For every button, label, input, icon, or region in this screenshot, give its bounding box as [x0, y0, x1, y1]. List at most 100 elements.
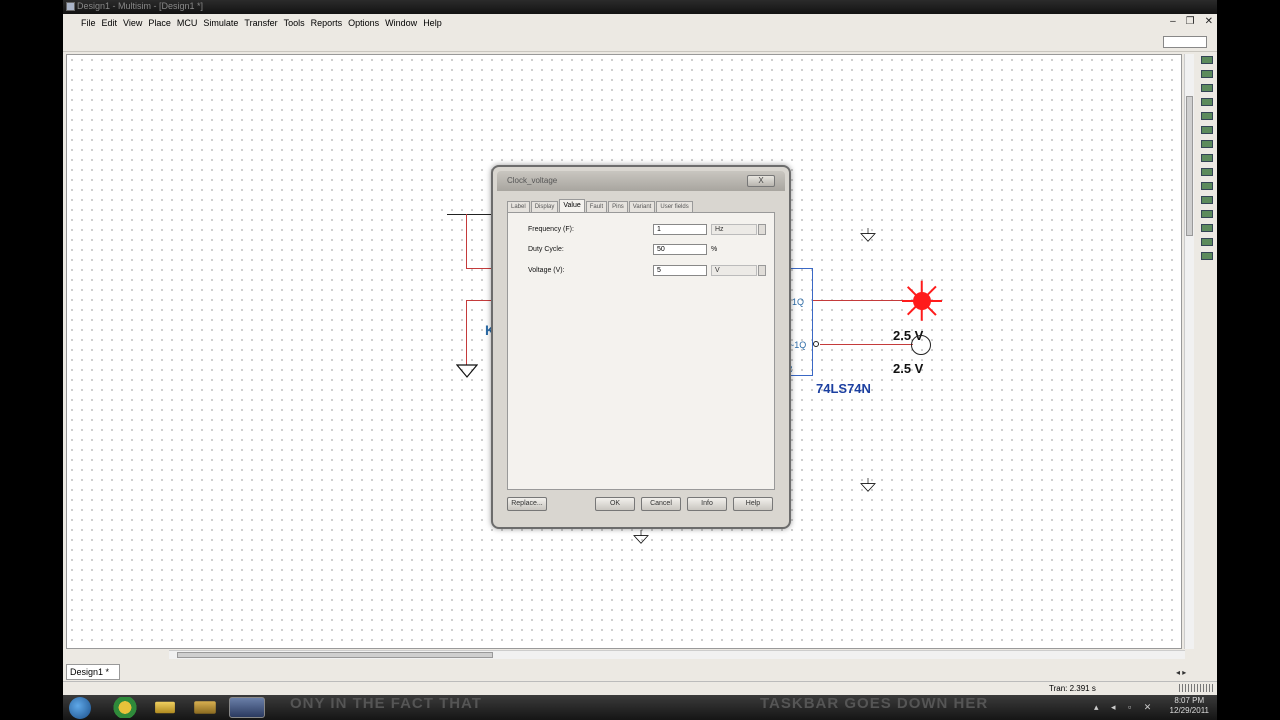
- wire[interactable]: [466, 214, 467, 269]
- clock-date: 12/29/2011: [1169, 706, 1209, 715]
- toolbar-view-buttons[interactable]: [1163, 36, 1207, 48]
- multisim-taskbar-icon[interactable]: [229, 697, 265, 718]
- frequency-input[interactable]: 1: [653, 224, 707, 235]
- menu-help[interactable]: Help: [423, 18, 448, 28]
- dialog-close-button[interactable]: X: [747, 175, 775, 187]
- wire[interactable]: [466, 300, 493, 301]
- start-button[interactable]: [69, 697, 91, 719]
- menu-tools[interactable]: Tools: [284, 18, 311, 28]
- menu-place[interactable]: Place: [148, 18, 177, 28]
- multimeter-icon[interactable]: [1201, 56, 1213, 64]
- probe-led-lit[interactable]: [913, 292, 931, 310]
- spectrum-analyzer-icon[interactable]: [1201, 224, 1213, 232]
- vertical-scrollbar[interactable]: [1184, 54, 1194, 649]
- bode-plotter-icon[interactable]: [1201, 126, 1213, 134]
- tab-display[interactable]: Display: [530, 201, 559, 212]
- wire[interactable]: [813, 300, 915, 301]
- frequency-label: Frequency (F):: [528, 226, 574, 233]
- clock-time: 8:07 PM: [1174, 696, 1205, 705]
- vertical-scroll-thumb[interactable]: [1186, 96, 1193, 236]
- ground-symbol[interactable]: [456, 364, 478, 378]
- oscilloscope-icon[interactable]: [1201, 98, 1213, 106]
- menu-mcu[interactable]: MCU: [177, 18, 204, 28]
- sticky-notes-icon[interactable]: [155, 701, 175, 714]
- pin-1q-bar-label: ~1Q: [789, 340, 807, 350]
- menu-file[interactable]: File: [67, 18, 102, 28]
- menu-reports[interactable]: Reports: [311, 18, 349, 28]
- ground-symbol[interactable]: [630, 530, 652, 544]
- instruments-toolbar: [1198, 54, 1216, 414]
- app-icon: [66, 2, 75, 11]
- frequency-counter-icon[interactable]: [1201, 140, 1213, 148]
- frequency-unit-select[interactable]: Hz: [711, 224, 757, 235]
- window-title: Design1 - Multisim - [Design1 *]: [77, 1, 204, 11]
- probe-led-off[interactable]: [911, 335, 931, 355]
- simulation-time: Tran: 2.391 s: [1049, 684, 1096, 693]
- menu-view[interactable]: View: [123, 18, 148, 28]
- info-button[interactable]: Info: [687, 497, 727, 511]
- wattmeter-icon[interactable]: [1201, 84, 1213, 92]
- voltage-label: Voltage (V):: [528, 267, 565, 274]
- system-clock[interactable]: 8:07 PM 12/29/2011: [1170, 696, 1209, 716]
- tray-icons[interactable]: ▴ ◂ ▫ ✕: [1094, 702, 1156, 713]
- video-caption-left: ONY IN THE FACT THAT: [290, 695, 482, 712]
- distortion-analyzer-icon[interactable]: [1201, 210, 1213, 218]
- part-label[interactable]: 74LS74N: [816, 381, 871, 396]
- horizontal-scrollbar[interactable]: [169, 650, 1185, 659]
- probe-icon[interactable]: [1201, 252, 1213, 260]
- pin-1q-label: 1Q: [792, 297, 805, 307]
- cancel-button[interactable]: Cancel: [641, 497, 681, 511]
- video-caption-right: TASKBAR GOES DOWN HER: [760, 695, 989, 712]
- inversion-bubble: [813, 341, 819, 347]
- wire[interactable]: [466, 300, 467, 365]
- voltage-input[interactable]: 5: [653, 265, 707, 276]
- iv-analyzer-icon[interactable]: [1201, 196, 1213, 204]
- status-bar: Tran: 2.391 s: [63, 681, 1217, 695]
- help-button[interactable]: Help: [733, 497, 773, 511]
- menu-transfer[interactable]: Transfer: [244, 18, 283, 28]
- tab-pins[interactable]: Pins: [608, 201, 628, 212]
- network-analyzer-icon[interactable]: [1201, 238, 1213, 246]
- menu-window[interactable]: Window: [385, 18, 423, 28]
- tab-scroll-arrows[interactable]: ◂ ▸: [1176, 668, 1186, 677]
- tab-fault[interactable]: Fault: [585, 201, 608, 212]
- design-tab[interactable]: Design1 *: [66, 664, 120, 680]
- menu-options[interactable]: Options: [348, 18, 385, 28]
- tab-label[interactable]: Label: [507, 201, 530, 212]
- menu-simulate[interactable]: Simulate: [203, 18, 244, 28]
- ground-symbol[interactable]: [857, 228, 879, 242]
- wire[interactable]: [447, 214, 493, 215]
- probe-voltage-bottom: 2.5 V: [893, 361, 924, 376]
- menu-bar: File Edit View Place MCU Simulate Transf…: [63, 14, 1217, 32]
- windows-taskbar: ▴ ◂ ▫ ✕ 8:07 PM 12/29/2011: [63, 695, 1217, 720]
- replace-button[interactable]: Replace...: [507, 497, 547, 511]
- tab-variant[interactable]: Variant: [628, 201, 656, 212]
- wire[interactable]: [466, 268, 493, 269]
- value-tab-panel: Frequency (F): 1 Hz Duty Cycle: 50 % Vol…: [507, 212, 775, 490]
- dialog-title-bar[interactable]: Clock_voltage X: [497, 171, 785, 191]
- frequency-unit-spinner[interactable]: [758, 224, 766, 235]
- dialog-tabs: Label Display Value Fault Pins Variant U…: [507, 199, 694, 213]
- ok-button[interactable]: OK: [595, 497, 635, 511]
- file-explorer-icon[interactable]: [194, 701, 216, 714]
- horizontal-scroll-thumb[interactable]: [177, 652, 493, 658]
- chrome-icon[interactable]: [107, 697, 143, 718]
- logic-converter-icon[interactable]: [1201, 182, 1213, 190]
- logic-analyzer-icon[interactable]: [1201, 168, 1213, 176]
- ground-symbol[interactable]: [857, 478, 879, 492]
- function-generator-icon[interactable]: [1201, 70, 1213, 78]
- voltage-unit-spinner[interactable]: [758, 265, 766, 276]
- duty-cycle-unit: %: [711, 246, 718, 253]
- voltage-unit-select[interactable]: V: [711, 265, 757, 276]
- tab-value[interactable]: Value: [559, 199, 585, 212]
- wire[interactable]: [820, 344, 913, 345]
- menu-edit[interactable]: Edit: [102, 18, 124, 28]
- word-generator-icon[interactable]: [1201, 154, 1213, 162]
- dialog-title: Clock_voltage: [507, 176, 558, 185]
- tab-user-fields[interactable]: User fields: [656, 201, 693, 212]
- duty-cycle-label: Duty Cycle:: [528, 246, 564, 253]
- duty-cycle-input[interactable]: 50: [653, 244, 707, 255]
- four-channel-oscilloscope-icon[interactable]: [1201, 112, 1213, 120]
- resize-grip[interactable]: [1179, 684, 1215, 692]
- title-bar: Design1 - Multisim - [Design1 *]: [63, 0, 1217, 14]
